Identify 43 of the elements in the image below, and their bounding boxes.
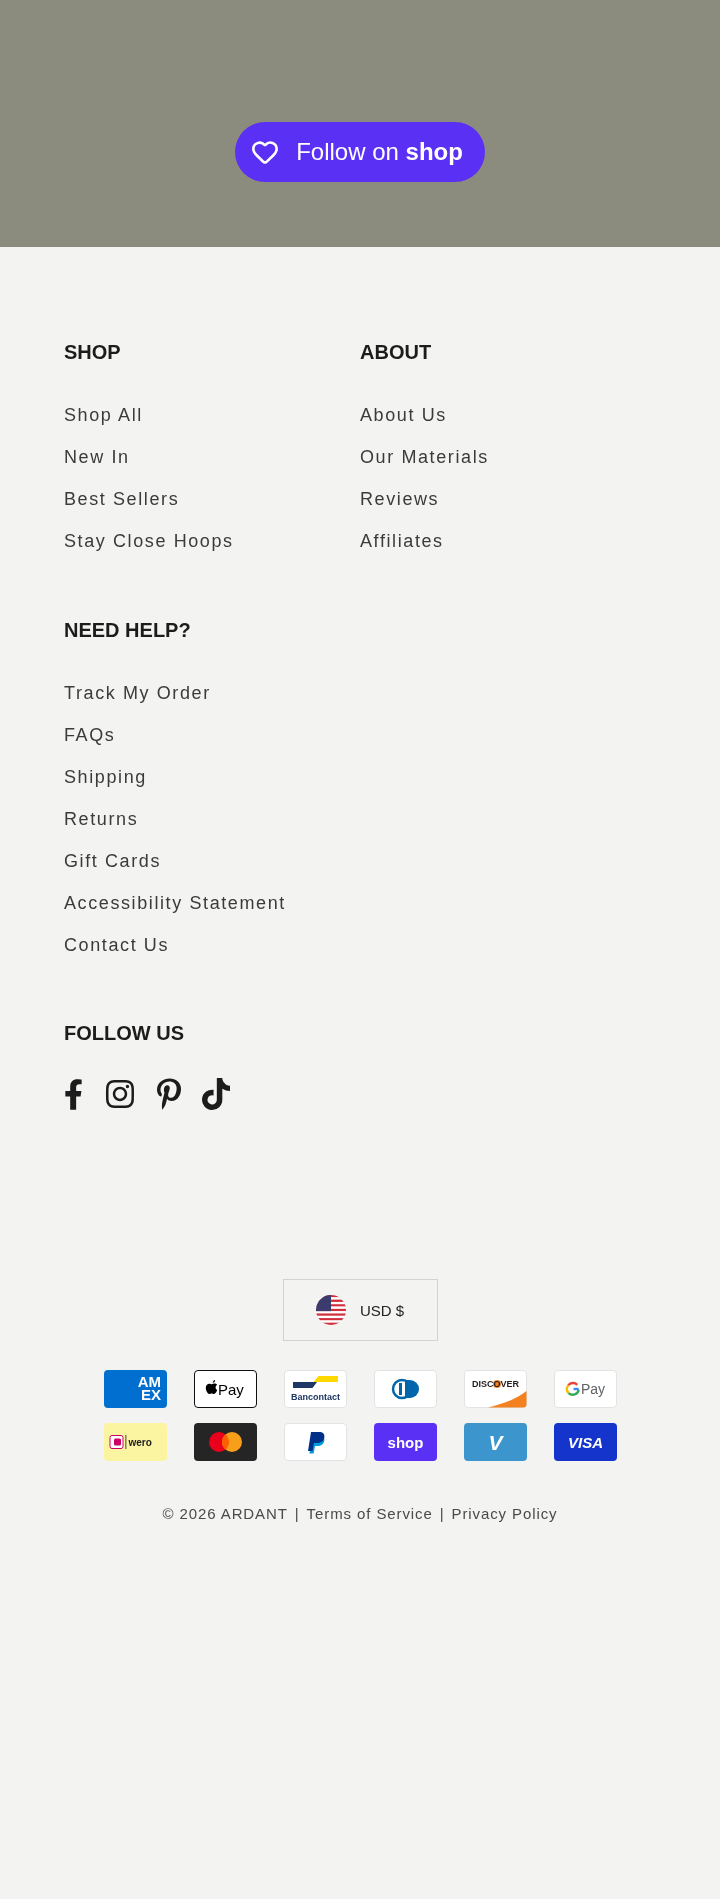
tiktok-icon[interactable]: [202, 1078, 230, 1110]
shop-pay-logo: shop: [373, 1423, 437, 1461]
footer-link[interactable]: FAQs: [64, 724, 116, 746]
footer-link[interactable]: Gift Cards: [64, 850, 162, 872]
footer-link[interactable]: Affiliates: [360, 530, 444, 552]
column-heading: NEED HELP?: [64, 618, 191, 642]
google-pay-logo: Pay: [553, 1370, 617, 1408]
legal-link[interactable]: Terms of Service: [306, 1504, 433, 1524]
legal-link[interactable]: Privacy Policy: [451, 1504, 558, 1524]
copyright-text: © 2026 ARDANT: [162, 1504, 288, 1524]
apple-pay-logo: Pay: [193, 1370, 257, 1408]
footer-link[interactable]: Contact Us: [64, 934, 170, 956]
footer-link[interactable]: Best Sellers: [64, 488, 180, 510]
visa-logo: VISA: [553, 1423, 617, 1461]
footer-link[interactable]: About Us: [360, 404, 447, 426]
bancontact-logo: Bancontact: [283, 1370, 347, 1408]
heart-icon: [251, 138, 280, 166]
column-heading: ABOUT: [360, 340, 432, 364]
footer-link[interactable]: New In: [64, 446, 130, 468]
wero-logo: wero: [103, 1423, 167, 1461]
currency-selector[interactable]: USD $: [282, 1279, 438, 1341]
footer-link[interactable]: Reviews: [360, 488, 440, 510]
amex-logo: AM EX: [103, 1370, 167, 1408]
pinterest-icon[interactable]: [157, 1078, 181, 1110]
instagram-icon[interactable]: [104, 1078, 136, 1110]
diners-club-icon: [373, 1370, 437, 1408]
mastercard-icon: [193, 1423, 257, 1461]
paypal-icon: [283, 1423, 347, 1461]
footer-link[interactable]: Shop All: [64, 404, 143, 426]
footer-link[interactable]: Accessibility Statement: [64, 892, 286, 914]
footer-link[interactable]: Stay Close Hoops: [64, 530, 234, 552]
separator: |: [294, 1504, 300, 1524]
column-heading: SHOP: [64, 340, 121, 364]
follow-on-shop-button[interactable]: Follow on shop: [235, 122, 485, 182]
footer-link[interactable]: Returns: [64, 808, 139, 830]
flag-icon: [315, 1295, 346, 1325]
separator: |: [439, 1504, 445, 1524]
venmo-logo: V: [463, 1423, 527, 1461]
footer-link[interactable]: Shipping: [64, 766, 147, 788]
column-heading: FOLLOW US: [64, 1021, 184, 1045]
footer-link[interactable]: Track My Order: [64, 682, 211, 704]
facebook-icon[interactable]: [64, 1078, 83, 1110]
footer-link[interactable]: Our Materials: [360, 446, 489, 468]
